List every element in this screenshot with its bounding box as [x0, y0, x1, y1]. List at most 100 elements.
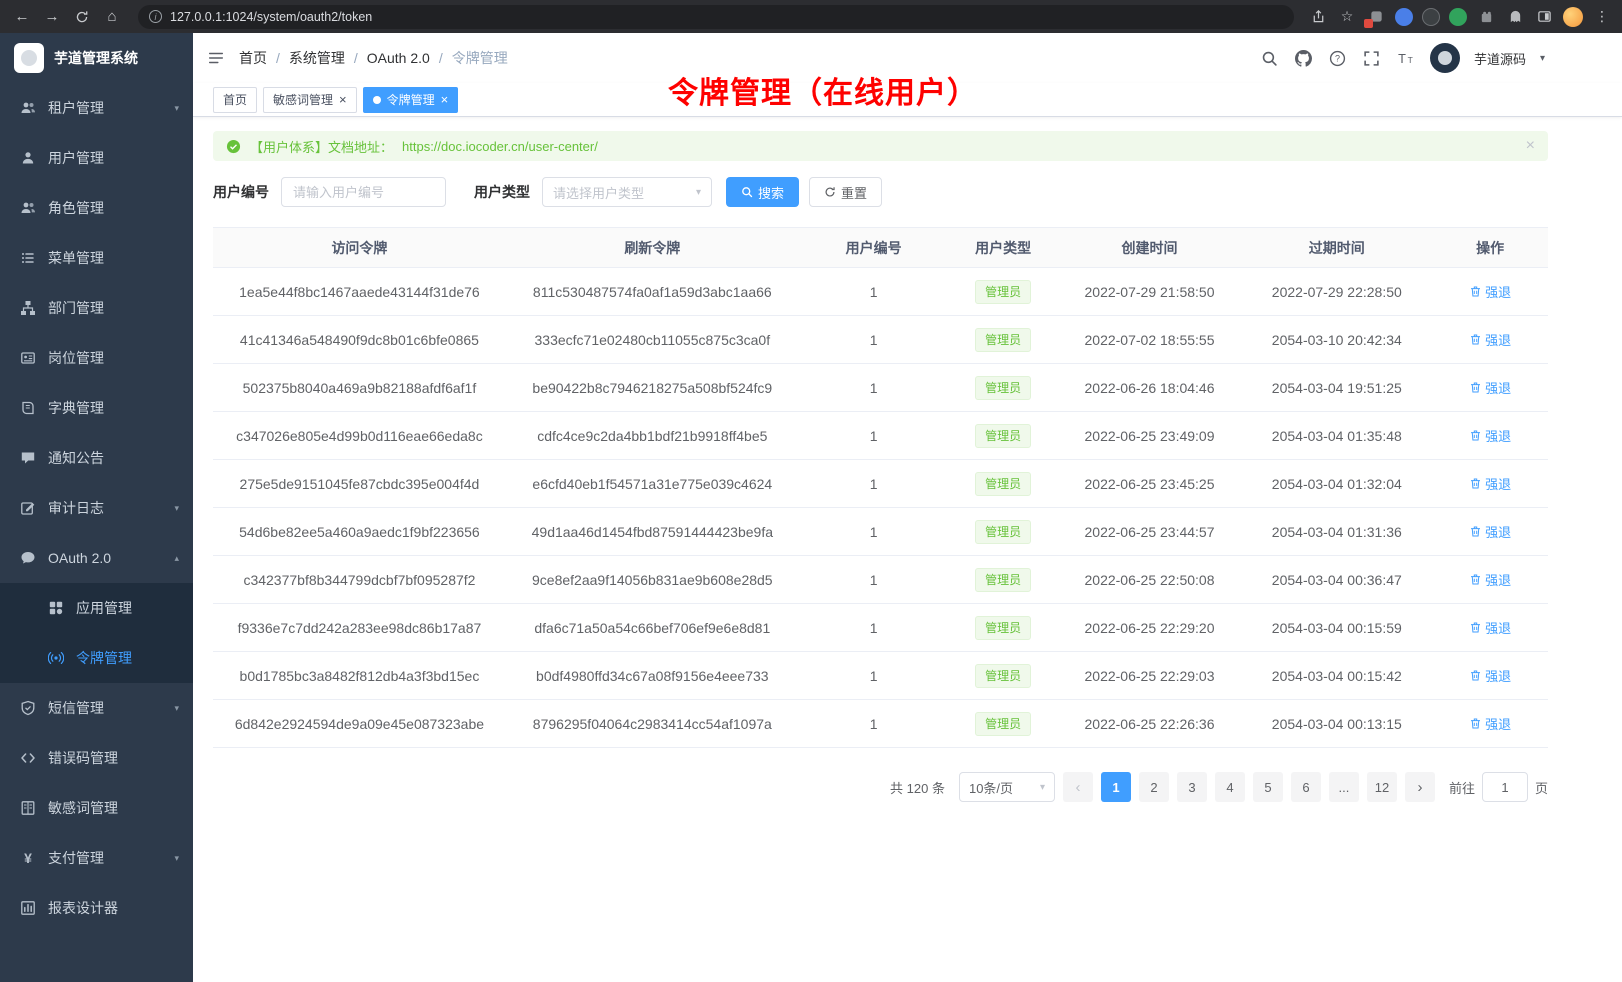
fullscreen-icon[interactable] — [1362, 48, 1382, 68]
force-logout-button[interactable]: 强退 — [1469, 378, 1511, 397]
sidebar-item-oauth2-token[interactable]: 令牌管理 — [0, 633, 193, 683]
sidebar-item-audit-log[interactable]: 审计日志 ▾ — [0, 483, 193, 533]
page-button-5[interactable]: 5 — [1253, 772, 1283, 802]
breadcrumb-home[interactable]: 首页 — [239, 48, 267, 68]
prev-page-button[interactable]: ‹ — [1063, 772, 1093, 802]
document-columns-icon — [20, 800, 36, 816]
extension-blue-icon[interactable] — [1395, 8, 1413, 26]
sidebar-item-user[interactable]: 用户管理 — [0, 133, 193, 183]
col-expired: 过期时间 — [1241, 228, 1432, 268]
message-bubble-icon — [20, 450, 36, 466]
force-logout-button[interactable]: 强退 — [1469, 714, 1511, 733]
page-button-3[interactable]: 3 — [1177, 772, 1207, 802]
doc-alert: 【用户体系】文档地址： https://doc.iocoder.cn/user-… — [213, 131, 1548, 161]
app-logo[interactable]: 芋道管理系统 — [0, 33, 193, 83]
tab-home[interactable]: 首页 — [213, 87, 257, 113]
split-view-icon[interactable] — [1534, 7, 1554, 27]
sidebar-item-sensitive-word[interactable]: 敏感词管理 — [0, 783, 193, 833]
page-button-1[interactable]: 1 — [1101, 772, 1131, 802]
extension-green-icon[interactable] — [1449, 8, 1467, 26]
next-page-button[interactable]: › — [1405, 772, 1435, 802]
force-logout-button[interactable]: 强退 — [1469, 618, 1511, 637]
breadcrumb-oauth2[interactable]: OAuth 2.0 — [367, 50, 430, 66]
user-type-select[interactable]: 请选择用户类型 ▾ — [542, 177, 712, 207]
sidebar-item-error-code[interactable]: 错误码管理 — [0, 733, 193, 783]
page-button-12[interactable]: 12 — [1367, 772, 1397, 802]
cell-refresh: e6cfd40eb1f54571a31e775e039c4624 — [506, 460, 799, 508]
close-icon[interactable]: × — [441, 93, 449, 106]
page-size-select[interactable]: 10条/页 ▾ — [959, 772, 1055, 802]
more-pages-button[interactable]: ... — [1329, 772, 1359, 802]
tab-sensitive-word[interactable]: 敏感词管理 × — [263, 87, 357, 113]
browser-profile-avatar[interactable] — [1563, 7, 1583, 27]
help-icon[interactable]: ? — [1328, 48, 1348, 68]
breadcrumb-current: 令牌管理 — [452, 48, 508, 68]
bookmark-star-icon[interactable]: ☆ — [1337, 7, 1357, 27]
close-icon[interactable]: × — [339, 93, 347, 106]
page-button-2[interactable]: 2 — [1139, 772, 1169, 802]
chevron-up-icon: ▴ — [174, 553, 179, 564]
close-icon[interactable]: × — [1526, 137, 1535, 155]
trash-icon — [1469, 285, 1482, 298]
force-logout-button[interactable]: 强退 — [1469, 426, 1511, 445]
force-logout-button[interactable]: 强退 — [1469, 282, 1511, 301]
force-logout-button[interactable]: 强退 — [1469, 474, 1511, 493]
github-icon[interactable] — [1294, 48, 1314, 68]
sidebar-item-oauth2-app[interactable]: 应用管理 — [0, 583, 193, 633]
table-row: c342377bf8b344799dcbf7bf095287f2 9ce8ef2… — [213, 556, 1548, 604]
goto-page-input[interactable] — [1482, 772, 1528, 802]
browser-home-icon[interactable]: ⌂ — [100, 5, 124, 29]
browser-menu-kebab-icon[interactable]: ⋮ — [1592, 7, 1612, 27]
breadcrumb-system[interactable]: 系统管理 — [289, 48, 345, 68]
user-avatar[interactable] — [1430, 43, 1460, 73]
force-logout-button[interactable]: 强退 — [1469, 666, 1511, 685]
browser-reload-icon[interactable] — [70, 5, 94, 29]
table-row: 41c41346a548490f9dc8b01c6bfe0865 333ecfc… — [213, 316, 1548, 364]
cell-created: 2022-06-25 22:29:03 — [1058, 652, 1242, 700]
force-logout-button[interactable]: 强退 — [1469, 522, 1511, 541]
doc-link[interactable]: https://doc.iocoder.cn/user-center/ — [402, 139, 598, 154]
trash-icon — [1469, 429, 1482, 442]
sidebar-menu: 租户管理 ▾ 用户管理 角色管理 菜单管理 部门管理 岗位管理 — [0, 83, 193, 933]
address-bar[interactable]: i 127.0.0.1:1024/system/oauth2/token — [138, 5, 1294, 29]
sidebar-item-tenant[interactable]: 租户管理 ▾ — [0, 83, 193, 133]
share-icon[interactable] — [1308, 7, 1328, 27]
page-button-6[interactable]: 6 — [1291, 772, 1321, 802]
site-info-icon[interactable]: i — [149, 10, 162, 23]
table-row: 6d842e2924594de9a09e45e087323abe 8796295… — [213, 700, 1548, 748]
extension-ghost-icon[interactable] — [1505, 7, 1525, 27]
browser-forward-icon[interactable]: → — [40, 5, 64, 29]
page-button-4[interactable]: 4 — [1215, 772, 1245, 802]
search-button[interactable]: 搜索 — [726, 177, 799, 207]
force-logout-button[interactable]: 强退 — [1469, 330, 1511, 349]
chevron-down-icon[interactable]: ▾ — [1540, 53, 1545, 64]
user-name[interactable]: 芋道源码 — [1474, 49, 1526, 68]
sidebar-toggle-icon[interactable] — [193, 33, 239, 83]
sidebar-item-report-designer[interactable]: 报表设计器 — [0, 883, 193, 933]
sidebar-item-notice[interactable]: 通知公告 — [0, 433, 193, 483]
sidebar-item-post[interactable]: 岗位管理 — [0, 333, 193, 383]
search-icon[interactable] — [1260, 48, 1280, 68]
reset-button[interactable]: 重置 — [809, 177, 882, 207]
cell-refresh: dfa6c71a50a54c66bef706ef9e6e8d81 — [506, 604, 799, 652]
cell-access: 6d842e2924594de9a09e45e087323abe — [213, 700, 506, 748]
sidebar-item-dict[interactable]: 字典管理 — [0, 383, 193, 433]
user-id-input[interactable] — [281, 177, 446, 207]
app-grid-icon — [48, 600, 64, 616]
tab-token[interactable]: 令牌管理 × — [363, 87, 459, 113]
sidebar-item-menu[interactable]: 菜单管理 — [0, 233, 193, 283]
extension-badged-icon[interactable] — [1366, 7, 1386, 27]
force-logout-button[interactable]: 强退 — [1469, 570, 1511, 589]
sidebar-item-oauth2[interactable]: OAuth 2.0 ▴ — [0, 533, 193, 583]
sidebar-item-sms[interactable]: 短信管理 ▾ — [0, 683, 193, 733]
extension-dark-icon[interactable] — [1422, 8, 1440, 26]
font-size-icon[interactable]: TT — [1396, 48, 1416, 68]
puzzle-extensions-icon[interactable] — [1476, 7, 1496, 27]
sidebar-item-dept[interactable]: 部门管理 — [0, 283, 193, 333]
sidebar-item-payment[interactable]: ¥ 支付管理 ▾ — [0, 833, 193, 883]
cell-user-id: 1 — [799, 364, 949, 412]
cell-user-id: 1 — [799, 412, 949, 460]
sidebar-item-role[interactable]: 角色管理 — [0, 183, 193, 233]
browser-back-icon[interactable]: ← — [10, 5, 34, 29]
table-row: 502375b8040a469a9b82188afdf6af1f be90422… — [213, 364, 1548, 412]
